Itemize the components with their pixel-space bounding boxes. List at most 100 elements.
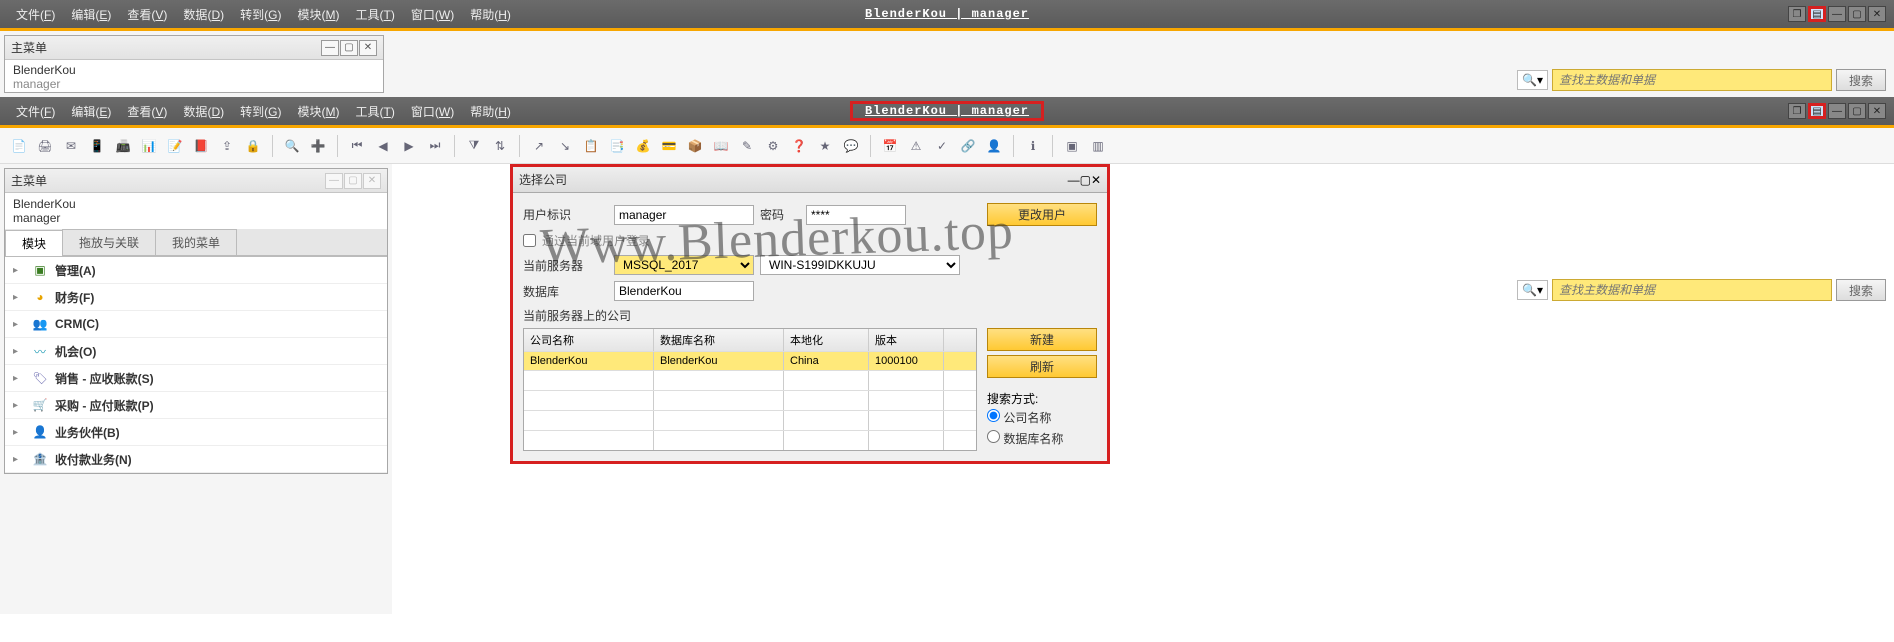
mail-icon[interactable]: ✉ [60, 135, 82, 157]
filter-icon[interactable]: ⧩ [463, 135, 485, 157]
prev-icon[interactable]: ◀ [372, 135, 394, 157]
panel-minimize-icon[interactable]: — [321, 40, 339, 56]
volume-icon[interactable]: 📦 [684, 135, 706, 157]
pdf-icon[interactable]: 📕 [190, 135, 212, 157]
cascade-icon[interactable]: ❐ [1788, 6, 1806, 22]
menu-help[interactable]: 帮助(H) [462, 6, 519, 23]
menu-view[interactable]: 查看(V) [119, 6, 175, 23]
launch-icon[interactable]: ⇪ [216, 135, 238, 157]
sidebar-max-icon[interactable]: ▢ [344, 173, 362, 189]
layout-button-highlighted[interactable]: ▤ [1808, 103, 1826, 119]
dialog-max-icon[interactable]: ▢ [1080, 173, 1091, 187]
menu-view-2[interactable]: 查看(V) [119, 103, 175, 120]
last-icon[interactable]: ⏭ [424, 135, 446, 157]
tab-modules[interactable]: 模块 [5, 230, 63, 256]
menu-help-2[interactable]: 帮助(H) [462, 103, 519, 120]
sidebar-close-icon[interactable]: ✕ [363, 173, 381, 189]
link-icon[interactable]: 🔗 [957, 135, 979, 157]
print-icon[interactable]: 🖨 [34, 135, 56, 157]
cascade-icon-2[interactable]: ❐ [1788, 103, 1806, 119]
next-icon[interactable]: ▶ [398, 135, 420, 157]
layout-button[interactable]: ▤ [1808, 6, 1826, 22]
tree-item-opportunities[interactable]: ▸〰机会(O) [5, 338, 387, 365]
menu-goto[interactable]: 转到(G) [232, 6, 289, 23]
close-button-2[interactable]: ✕ [1868, 103, 1886, 119]
query-icon[interactable]: ❓ [788, 135, 810, 157]
form-settings-icon[interactable]: ⚙ [762, 135, 784, 157]
radio-db-name[interactable]: 数据库名称 [987, 428, 1097, 449]
user-id-input[interactable] [614, 205, 754, 225]
minimize-button[interactable]: — [1828, 6, 1846, 22]
tree-item-financials[interactable]: ▸◕财务(F) [5, 284, 387, 311]
find-icon[interactable]: 🔍 [281, 135, 303, 157]
add-icon[interactable]: ➕ [307, 135, 329, 157]
dialog-min-icon[interactable]: — [1068, 173, 1080, 187]
search-icon-2[interactable]: 🔍▾ [1517, 280, 1548, 300]
grid-row-selected[interactable]: BlenderKou BlenderKou China 1000100 [524, 351, 976, 370]
close-button[interactable]: ✕ [1868, 6, 1886, 22]
target-doc-icon[interactable]: 📑 [606, 135, 628, 157]
menu-modules[interactable]: 模块(M) [289, 6, 347, 23]
search-input[interactable] [1552, 69, 1832, 91]
dialog-close-icon[interactable]: ✕ [1091, 173, 1101, 187]
export-icon[interactable]: ↗ [528, 135, 550, 157]
sms-icon[interactable]: 📱 [86, 135, 108, 157]
first-icon[interactable]: ⏮ [346, 135, 368, 157]
calendar-icon[interactable]: 📅 [879, 135, 901, 157]
layout-designer-icon[interactable]: ✎ [736, 135, 758, 157]
tree-item-sales[interactable]: ▸🏷销售 - 应收账款(S) [5, 365, 387, 392]
menu-window[interactable]: 窗口(W) [403, 6, 462, 23]
tab-mymenu[interactable]: 我的菜单 [155, 229, 237, 255]
approval-icon[interactable]: ✓ [931, 135, 953, 157]
fax-icon[interactable]: 📠 [112, 135, 134, 157]
password-input[interactable] [806, 205, 906, 225]
panel-maximize-icon[interactable]: ▢ [340, 40, 358, 56]
menu-window-2[interactable]: 窗口(W) [403, 103, 462, 120]
lock-icon[interactable]: 🔒 [242, 135, 264, 157]
tree-item-crm[interactable]: ▸👥CRM(C) [5, 311, 387, 338]
domain-login-checkbox[interactable] [523, 234, 536, 247]
host-select[interactable]: WIN-S199IDKKUJU [760, 255, 960, 275]
alerts-icon[interactable]: ⚠ [905, 135, 927, 157]
search-button-2[interactable]: 搜索 [1836, 279, 1886, 301]
menu-file[interactable]: 文件(F) [8, 6, 63, 23]
maximize-button-2[interactable]: ▢ [1848, 103, 1866, 119]
menu-edit[interactable]: 编辑(E) [63, 6, 119, 23]
maximize-button[interactable]: ▢ [1848, 6, 1866, 22]
sidebar-min-icon[interactable]: — [325, 173, 343, 189]
menu-data[interactable]: 数据(D) [175, 6, 232, 23]
menu-file-2[interactable]: 文件(F) [8, 103, 63, 120]
refresh-button[interactable]: 刷新 [987, 355, 1097, 378]
minimize-button-2[interactable]: — [1828, 103, 1846, 119]
menu-tools-2[interactable]: 工具(T) [347, 103, 402, 120]
search-input-2[interactable] [1552, 279, 1832, 301]
tab-dragdrop[interactable]: 拖放与关联 [62, 229, 156, 255]
cockpit1-icon[interactable]: ▣ [1061, 135, 1083, 157]
menu-goto-2[interactable]: 转到(G) [232, 103, 289, 120]
cockpit2-icon[interactable]: ▥ [1087, 135, 1109, 157]
change-user-button[interactable]: 更改用户 [987, 203, 1097, 226]
tree-item-admin[interactable]: ▸▣管理(A) [5, 257, 387, 284]
word-icon[interactable]: 📝 [164, 135, 186, 157]
base-doc-icon[interactable]: 📋 [580, 135, 602, 157]
menu-tools[interactable]: 工具(T) [347, 6, 402, 23]
server-select[interactable]: MSSQL_2017 [614, 255, 754, 275]
trans-journal-icon[interactable]: 📖 [710, 135, 732, 157]
excel-icon[interactable]: 📊 [138, 135, 160, 157]
tree-item-banking[interactable]: ▸🏦收付款业务(N) [5, 446, 387, 473]
my-menu-icon[interactable]: ★ [814, 135, 836, 157]
preview-icon[interactable]: 📄 [8, 135, 30, 157]
menu-data-2[interactable]: 数据(D) [175, 103, 232, 120]
user-icon[interactable]: 👤 [983, 135, 1005, 157]
payment-icon[interactable]: 💳 [658, 135, 680, 157]
search-icon[interactable]: 🔍▾ [1517, 70, 1548, 90]
menu-modules-2[interactable]: 模块(M) [289, 103, 347, 120]
messages-icon[interactable]: 💬 [840, 135, 862, 157]
import-icon[interactable]: ↘ [554, 135, 576, 157]
db-input[interactable] [614, 281, 754, 301]
radio-company-name[interactable]: 公司名称 [987, 407, 1097, 428]
tree-item-purchasing[interactable]: ▸🛒采购 - 应付账款(P) [5, 392, 387, 419]
tree-item-bp[interactable]: ▸👤业务伙伴(B) [5, 419, 387, 446]
panel-close-icon[interactable]: ✕ [359, 40, 377, 56]
search-button[interactable]: 搜索 [1836, 69, 1886, 91]
